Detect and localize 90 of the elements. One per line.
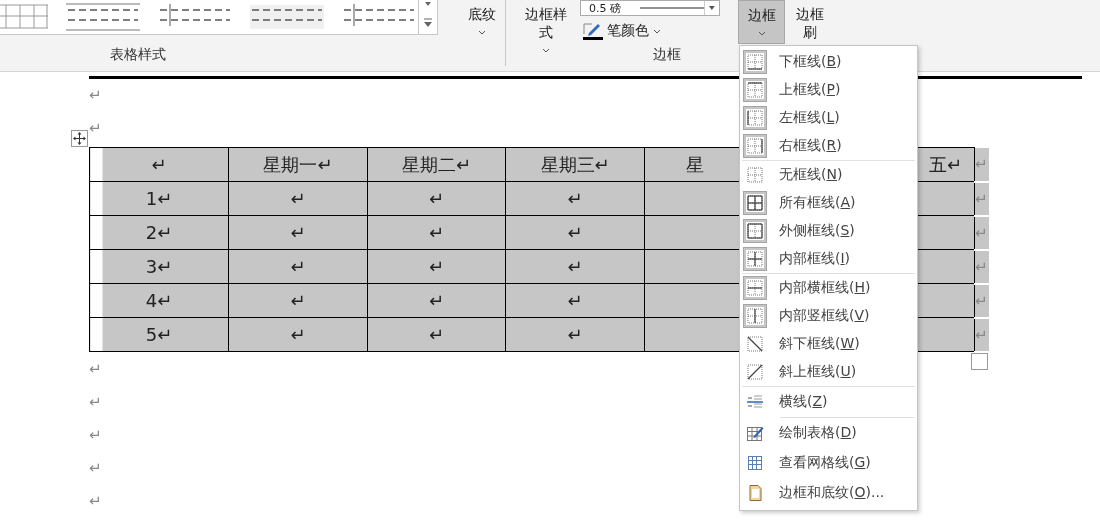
row-end-mark: ↵	[975, 257, 988, 276]
column-header: 星期二↵	[401, 153, 472, 175]
caret-icon	[478, 30, 486, 35]
caret-icon	[653, 28, 661, 34]
inside-h-border-icon	[746, 279, 764, 297]
row-end-mark: ↵	[975, 223, 988, 242]
table-cell: ↵	[567, 290, 583, 311]
table-cell: ↵	[428, 188, 445, 209]
table-cell: 1↵	[145, 188, 173, 209]
table-cell: ↵	[567, 324, 583, 345]
column-header: 五↵	[928, 153, 963, 175]
all-border-icon	[746, 194, 764, 212]
menu-item[interactable]: 左框线(L)	[740, 104, 917, 132]
outside-border-icon	[746, 222, 764, 240]
group-label: 表格样式	[109, 45, 166, 64]
table-cell: ↵	[428, 256, 445, 277]
table-move-handle-icon[interactable]	[71, 130, 88, 147]
menu-item[interactable]: 绘制表格(D)	[740, 418, 917, 448]
row-end-mark: ↵	[975, 291, 988, 310]
borders-button[interactable]: 边框	[738, 0, 785, 44]
paragraph-mark: ↵	[89, 424, 103, 446]
column-header: 星	[685, 153, 704, 175]
menu-item[interactable]: 所有框线(A)	[740, 189, 917, 217]
menu-item[interactable]: 横线(Z)	[740, 387, 917, 417]
menu-item[interactable]: 内部框线(I)	[740, 245, 917, 273]
row-end-mark: ↵	[975, 155, 988, 173]
table-cell: ↵	[290, 222, 306, 243]
line-sample-icon	[639, 6, 705, 10]
draw-table-border-icon	[746, 424, 764, 442]
table-cell: 3↵	[145, 256, 173, 277]
pen-color-button[interactable]: 笔颜色	[580, 22, 661, 40]
column-header: ↵	[151, 154, 167, 175]
paragraph-mark: ↵	[89, 391, 103, 413]
border-painter-button[interactable]: 边框刷	[785, 0, 835, 43]
diag-down-border-icon	[746, 335, 764, 353]
table-style-thumbnail[interactable]	[250, 2, 324, 32]
borders-shading-border-icon	[746, 484, 764, 502]
menu-item[interactable]: 上框线(P)	[740, 76, 917, 104]
horizontal-line-border-icon	[746, 393, 764, 411]
shading-button[interactable]: 底纹	[452, 0, 512, 36]
pen-icon	[583, 22, 603, 40]
top-border-icon	[746, 81, 764, 99]
gridlines-border-icon	[746, 454, 764, 472]
paragraph-mark: ↵	[89, 118, 103, 139]
menu-item[interactable]: 无框线(N)	[740, 161, 917, 189]
caret-icon	[757, 31, 766, 36]
menu-item[interactable]: 边框和底纹(O)...	[740, 478, 917, 508]
menu-item[interactable]: 斜下框线(W)	[740, 330, 917, 358]
row-end-mark: ↵	[975, 325, 988, 344]
table-cell: ↵	[567, 256, 583, 277]
table-cell: ↵	[428, 290, 445, 311]
table-cell: ↵	[290, 290, 306, 311]
menu-item[interactable]: 下框线(B)	[740, 48, 917, 76]
paragraph-mark: ↵	[89, 457, 103, 479]
table-cell: 4↵	[145, 290, 173, 311]
row-end-mark: ↵	[975, 189, 988, 208]
inside-v-border-icon	[746, 307, 764, 325]
bottom-border-icon	[746, 53, 764, 71]
table-style-thumbnail[interactable]	[0, 2, 48, 32]
table-cell: ↵	[567, 222, 583, 243]
table-cell: 5↵	[145, 324, 173, 345]
none-border-icon	[746, 166, 764, 184]
menu-item[interactable]: 查看网格线(G)	[740, 448, 917, 478]
table-cell: ↵	[290, 256, 306, 277]
column-header: 星期一↵	[263, 153, 333, 175]
menu-item[interactable]: 右框线(R)	[740, 132, 917, 160]
paragraph-mark: ↵	[89, 358, 103, 380]
column-header: 星期三↵	[540, 153, 610, 175]
menu-item[interactable]: 外侧框线(S)	[740, 217, 917, 245]
table-cell: ↵	[290, 188, 306, 209]
diag-up-border-icon	[746, 363, 764, 381]
menu-item[interactable]: 内部竖框线(V)	[740, 302, 917, 330]
inside-border-icon	[746, 250, 764, 268]
table-style-thumbnail[interactable]	[66, 2, 140, 32]
group-label: 边框	[652, 45, 682, 64]
caret-icon	[542, 48, 550, 53]
left-border-icon	[746, 109, 764, 127]
table-cell: 2↵	[145, 222, 173, 243]
right-border-icon	[746, 137, 764, 155]
table-cell: ↵	[567, 188, 583, 209]
table-cell: ↵	[428, 324, 445, 345]
table-resize-handle[interactable]	[971, 353, 988, 370]
line-weight-field[interactable]: 0.5 磅	[580, 0, 720, 16]
table-cell: ↵	[428, 222, 445, 243]
table-cell: ↵	[290, 324, 306, 345]
paragraph-mark: ↵	[89, 85, 103, 106]
paragraph-mark: ↵	[89, 490, 103, 512]
border-styles-button[interactable]: 边框样式	[515, 0, 577, 54]
menu-item[interactable]: 内部横框线(H)	[740, 274, 917, 302]
menu-item[interactable]: 斜上框线(U)	[740, 358, 917, 386]
